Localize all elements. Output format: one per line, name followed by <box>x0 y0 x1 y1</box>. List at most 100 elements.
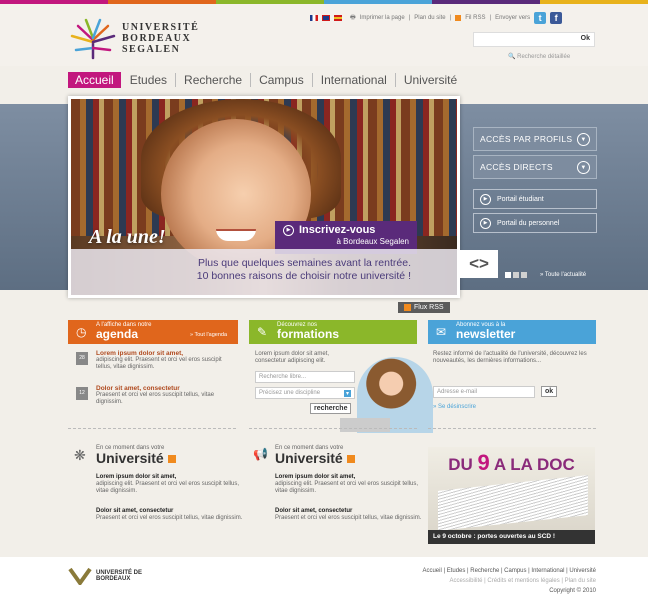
discipline-select[interactable]: Précisez une discipline ▾ <box>255 387 355 399</box>
slider-arrows[interactable]: <> <box>460 250 498 278</box>
send-to-link[interactable]: Envoyer vers <box>495 15 530 21</box>
sitemap-link[interactable]: Plan du site <box>414 15 445 21</box>
hero-tagline: Plus que quelques semaines avant la rent… <box>71 249 457 295</box>
rss-icon[interactable] <box>346 455 355 463</box>
rss-link[interactable]: Fil RSS <box>465 15 485 21</box>
news-text: adipiscing elit. Praesent et orci vel er… <box>275 481 419 494</box>
spanish-flag-icon[interactable] <box>334 15 342 21</box>
tagline-line: Plus que quelques semaines avant la rent… <box>197 257 411 269</box>
chevron-down-icon: ▾ <box>343 390 351 397</box>
nav-universite[interactable]: Université <box>396 73 465 87</box>
acces-directs-label: ACCÈS DIRECTS <box>480 162 553 172</box>
nav-international[interactable]: International <box>313 73 396 87</box>
formations-intro: Lorem ipsum dolor sit amet, consectetur … <box>255 351 330 364</box>
university-logo[interactable]: UNIVERSITÉ BORDEAUX SEGALEN <box>68 14 198 60</box>
calendar-icon: 28 <box>76 352 88 365</box>
tout-agenda-link[interactable]: » Tout l'agenda <box>190 332 227 339</box>
cta-title: Inscrivez-vous <box>299 224 376 236</box>
news-text: Praesent et orci vel eros suscipit tellu… <box>275 515 422 521</box>
footer-logo[interactable]: UNIVERSITÉ DE BORDEAUX <box>68 567 142 585</box>
search-ok-button[interactable]: Ok <box>581 35 590 42</box>
ub-logo-icon <box>68 567 92 585</box>
calendar-icon: 12 <box>76 387 88 400</box>
rss-feed-button[interactable]: Flux RSS <box>398 302 450 313</box>
news-item[interactable]: Lorem ipsum dolor sit amet, adipiscing el… <box>275 474 425 495</box>
print-icon: 🖶 <box>350 15 356 21</box>
envelope-icon: ✉ <box>436 325 447 339</box>
doc-title: DU 9 A LA DOC <box>428 450 595 476</box>
footer-links: Accueil | Etudes | Recherche | Campus | … <box>422 566 596 596</box>
newsletter-intro: Restez informé de l'actualité de l'unive… <box>433 351 587 364</box>
chevron-down-icon: ▼ <box>577 161 590 174</box>
play-icon: ▶ <box>480 193 491 205</box>
news-item[interactable]: Dolor sit amet, consectetur Praesent et o… <box>275 508 425 522</box>
advanced-search-link[interactable]: 🔍 Recherche détaillée <box>508 53 570 60</box>
play-icon: ▶ <box>283 224 294 236</box>
free-search-input[interactable]: Recherche libre... <box>255 371 355 383</box>
print-link[interactable]: Imprimer la page <box>360 15 405 21</box>
agenda-item[interactable]: Lorem ipsum dolor sit amet, adipiscing el… <box>96 350 236 371</box>
rss-icon <box>455 15 462 21</box>
email-input[interactable]: Adresse e-mail <box>433 386 535 398</box>
books-image <box>438 475 588 531</box>
rss-label: Flux RSS <box>414 304 444 311</box>
formations-title: formations <box>277 327 340 341</box>
nav-campus[interactable]: Campus <box>251 73 313 87</box>
acces-profils-button[interactable]: ACCÈS PAR PROFILS ▼ <box>473 127 597 151</box>
ce-title: Université <box>96 450 164 466</box>
news-title: Lorem ipsum dolor sit amet, <box>96 474 177 480</box>
recherche-button[interactable]: recherche <box>310 403 352 414</box>
tagline-line: 10 bonnes raisons de choisir notre unive… <box>196 270 411 282</box>
logo-line: SEGALEN <box>122 44 181 55</box>
nav-accueil[interactable]: Accueil <box>68 72 121 88</box>
portail-etudiant-button[interactable]: ▶ Portail étudiant <box>473 189 597 209</box>
rss-icon[interactable] <box>167 455 176 463</box>
news-item[interactable]: Dolor sit amet, consectetur Praesent et o… <box>96 508 246 522</box>
divider <box>249 428 417 429</box>
formations-header: ✎ Découvrez nos formations <box>249 320 417 344</box>
slider-arrows-label: <> <box>469 254 489 273</box>
pencil-icon: ✎ <box>257 325 268 339</box>
footer-nav-links[interactable]: Accueil | Etudes | Recherche | Campus | … <box>422 566 596 576</box>
hero-photo: A la une! ▶ Inscrivez-vous à Bordeaux Seg… <box>71 99 457 295</box>
portail-personnel-button[interactable]: ▶ Portail du personnel <box>473 213 597 233</box>
slider-dots[interactable] <box>505 272 527 278</box>
molecule-icon: ❋ <box>74 447 86 463</box>
search-input[interactable]: Ok <box>473 32 595 47</box>
news-item[interactable]: Lorem ipsum dolor sit amet, adipiscing el… <box>96 474 246 495</box>
unsubscribe-link[interactable]: » Se désinscrire <box>433 404 476 411</box>
top-links: 🖶 Imprimer la page | Plan du site | Fil … <box>310 12 563 24</box>
doc-promo-banner[interactable]: DU 9 A LA DOC Le 9 octobre : portes ouve… <box>428 447 595 544</box>
nav-recherche[interactable]: Recherche <box>176 73 252 87</box>
logo-line: BORDEAUX <box>122 33 192 44</box>
newsletter-ok-button[interactable]: ok <box>541 386 558 397</box>
toute-actualite-link[interactable]: » Toute l'actualité <box>540 272 586 278</box>
acces-directs-button[interactable]: ACCÈS DIRECTS ▼ <box>473 155 597 179</box>
doc-caption: Le 9 octobre : portes ouvertes au SCD ! <box>428 530 595 544</box>
rss-icon <box>404 304 411 311</box>
agenda-icon: ◷ <box>76 325 87 339</box>
french-flag-icon[interactable] <box>310 15 318 21</box>
divider <box>428 428 596 429</box>
english-flag-icon[interactable] <box>322 15 330 21</box>
news-title: Dolor sit amet, consectetur <box>96 508 174 514</box>
alaune-title: A la une! <box>89 226 166 248</box>
main-nav: Accueil Etudes Recherche Campus Internat… <box>68 71 465 89</box>
newsletter-title: newsletter <box>456 327 516 341</box>
divider <box>68 428 236 429</box>
ce-header-2: 📢 En ce moment dans votre Université <box>253 445 355 465</box>
twitter-icon[interactable]: t <box>534 12 547 24</box>
agenda-item-text: adipiscing elit. Praesent et orci vel er… <box>96 357 222 370</box>
ce-header-1: ❋ En ce moment dans votre Université <box>74 445 176 465</box>
newsletter-header: ✉ Abonnez vous à la newsletter <box>428 320 596 344</box>
cta-subtitle: à Bordeaux Segalen <box>336 237 410 246</box>
footer-legal-links[interactable]: Accessibilité | Crédits et mentions léga… <box>422 576 596 586</box>
nav-etudes[interactable]: Etudes <box>122 73 177 87</box>
hero-slider[interactable]: A la une! ▶ Inscrivez-vous à Bordeaux Seg… <box>68 96 460 298</box>
facebook-icon[interactable]: f <box>550 12 563 24</box>
logo-line: UNIVERSITÉ <box>122 22 200 33</box>
portail-etudiant-label: Portail étudiant <box>497 195 544 203</box>
agenda-item-title: Dolor sit amet, consectetur <box>96 385 180 392</box>
agenda-item[interactable]: Dolor sit amet, consectetur Praesent et o… <box>96 385 236 406</box>
doc-title-post: A LA DOC <box>489 455 575 474</box>
